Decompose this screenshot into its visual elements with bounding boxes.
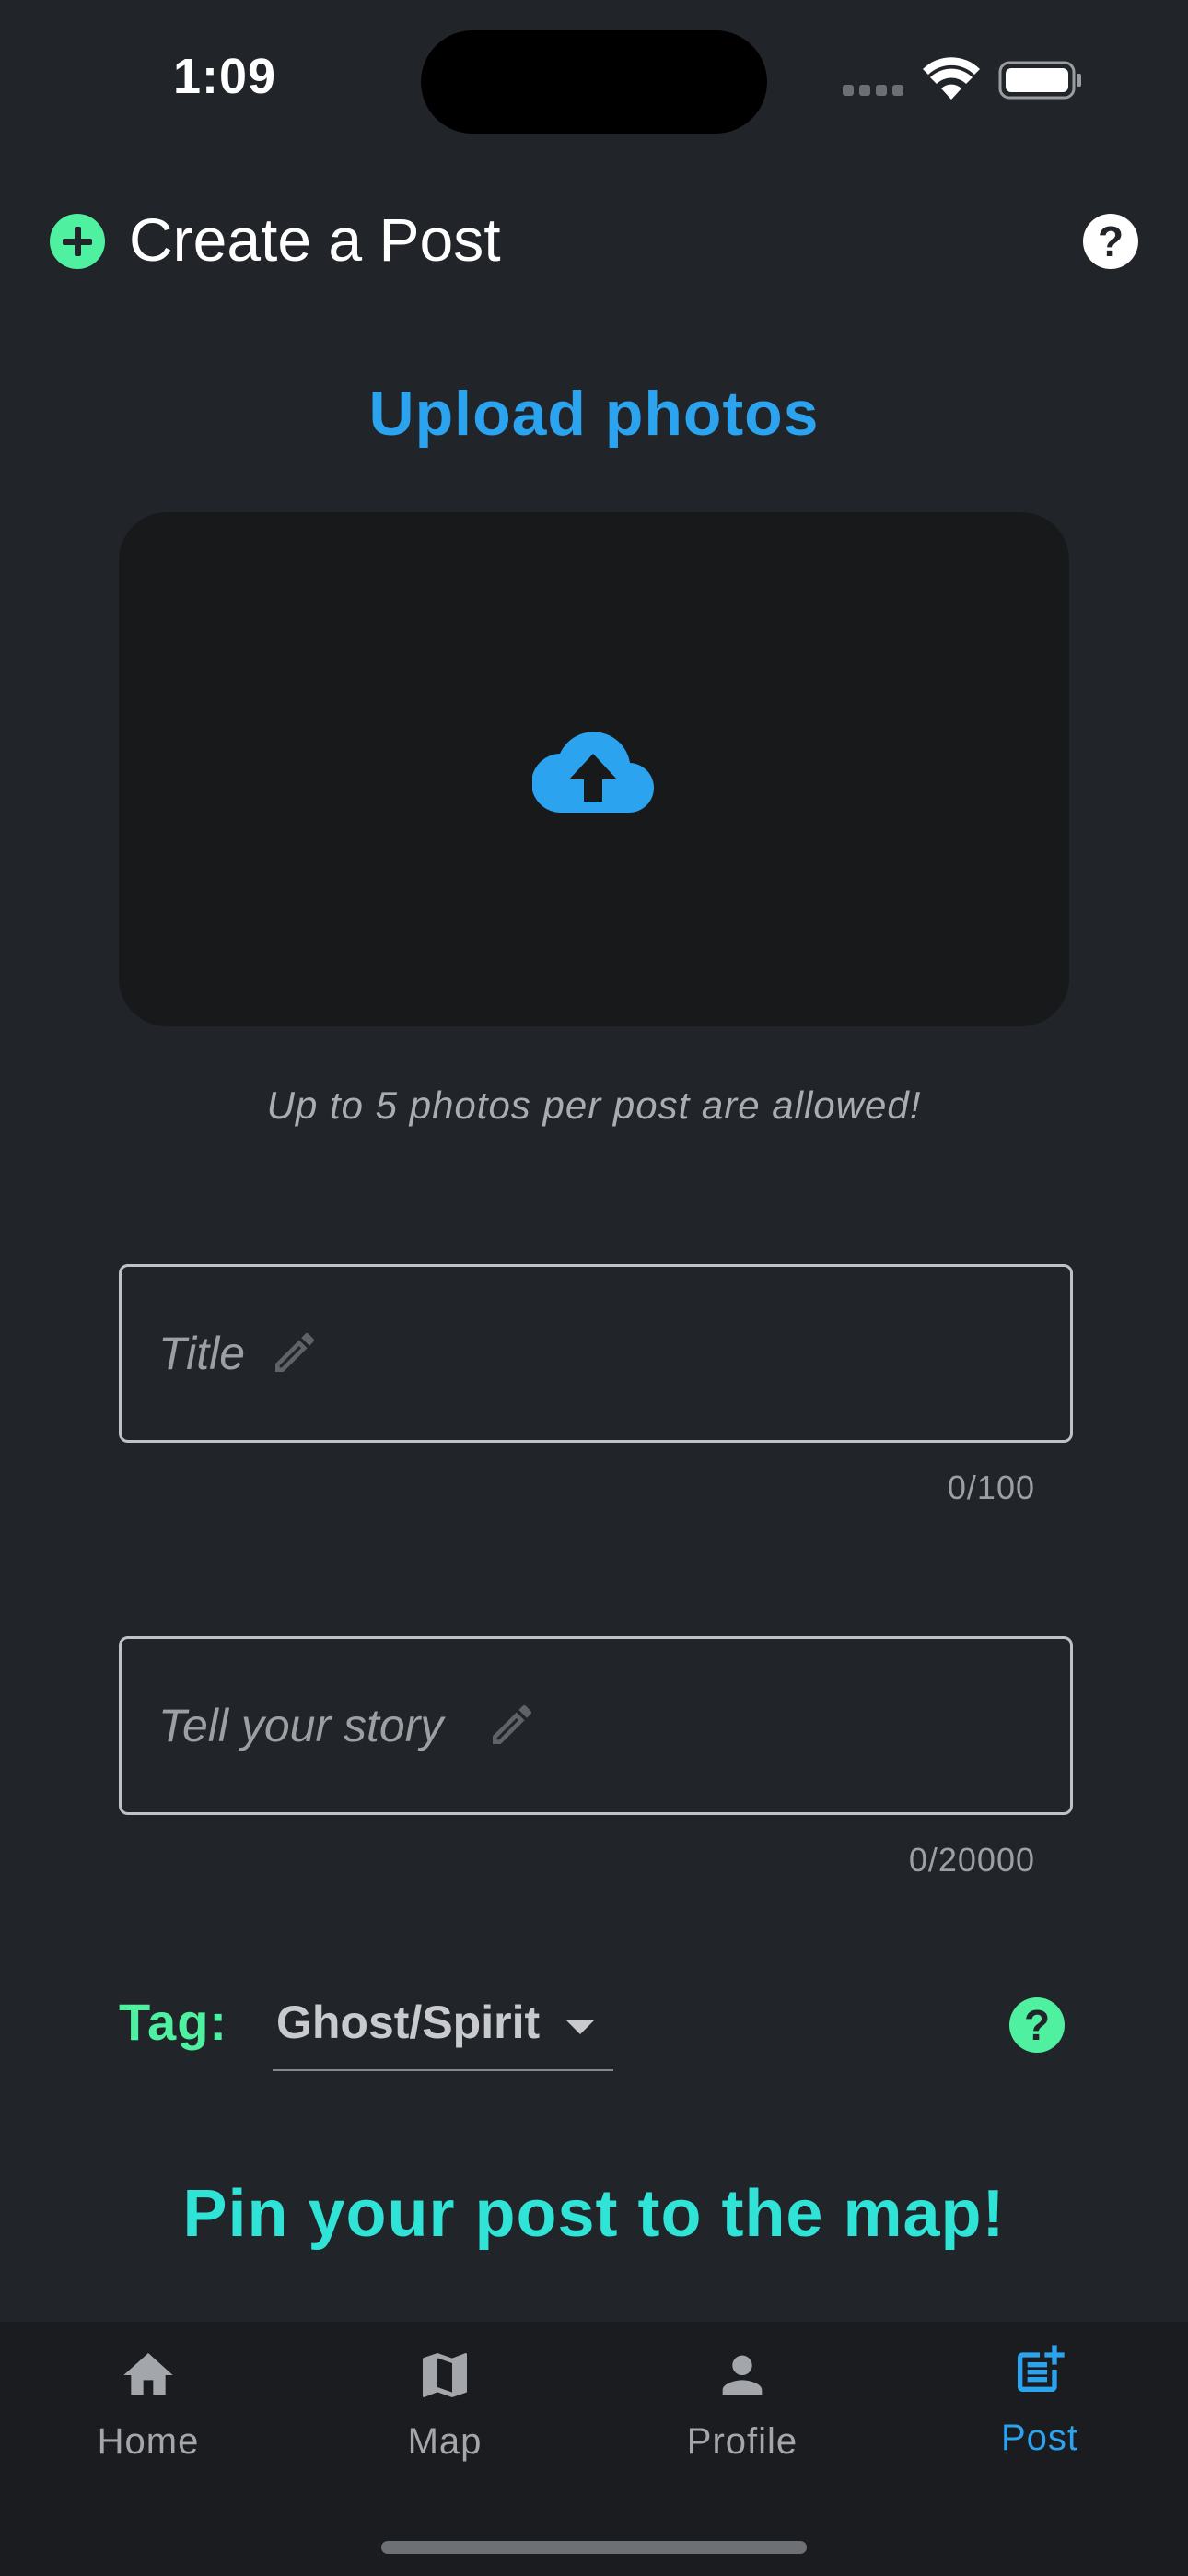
tag-help-icon[interactable]: ? — [1009, 1997, 1065, 2053]
home-icon — [123, 2353, 173, 2395]
help-circle-icon[interactable]: ? — [1083, 214, 1138, 269]
nav-item-map[interactable]: Map — [334, 2322, 555, 2506]
pencil-icon — [493, 1704, 532, 1744]
wifi-icon — [923, 57, 980, 100]
page-title: Create a Post — [129, 205, 501, 274]
cloud-upload-icon[interactable] — [532, 728, 654, 813]
nav-item-post[interactable]: Post — [929, 2322, 1150, 2506]
nav-label-map: Map — [407, 2421, 483, 2462]
pencil-icon — [275, 1332, 315, 1372]
map-icon — [423, 2353, 467, 2397]
caret-down-icon — [565, 2020, 595, 2034]
upload-photos-title: Upload photos — [368, 379, 820, 449]
story-input[interactable] — [158, 1639, 987, 1812]
story-field[interactable] — [119, 1636, 1073, 1815]
bottom-navigation: Home Map Profile Post — [0, 2322, 1188, 2576]
nav-item-home[interactable]: Home — [38, 2322, 259, 2506]
upload-hint: Up to 5 photos per post are allowed! — [266, 1083, 922, 1127]
post-add-icon — [1018, 2345, 1065, 2392]
battery-icon — [998, 61, 1081, 100]
status-time: 1:09 — [173, 49, 277, 104]
title-character-counter: 0/100 — [947, 1469, 1035, 1506]
home-indicator — [381, 2541, 807, 2554]
nav-label-home: Home — [97, 2421, 200, 2462]
story-character-counter: 0/20000 — [908, 1841, 1035, 1879]
nav-label-post: Post — [1000, 2418, 1079, 2458]
cellular-signal-icon — [843, 85, 903, 98]
nav-label-profile: Profile — [686, 2421, 798, 2462]
title-field[interactable] — [119, 1264, 1073, 1443]
tag-label: Tag: — [119, 1993, 228, 2051]
plus-circle-icon — [50, 214, 105, 269]
tag-selected-value: Ghost/Spirit — [276, 1996, 541, 2048]
pin-to-map-prompt[interactable]: Pin your post to the map! — [0, 2176, 1188, 2252]
nav-item-profile[interactable]: Profile — [632, 2322, 853, 2506]
tag-dropdown[interactable]: Ghost/Spirit — [273, 1986, 613, 2071]
dynamic-island — [421, 30, 767, 134]
person-icon — [722, 2355, 763, 2395]
